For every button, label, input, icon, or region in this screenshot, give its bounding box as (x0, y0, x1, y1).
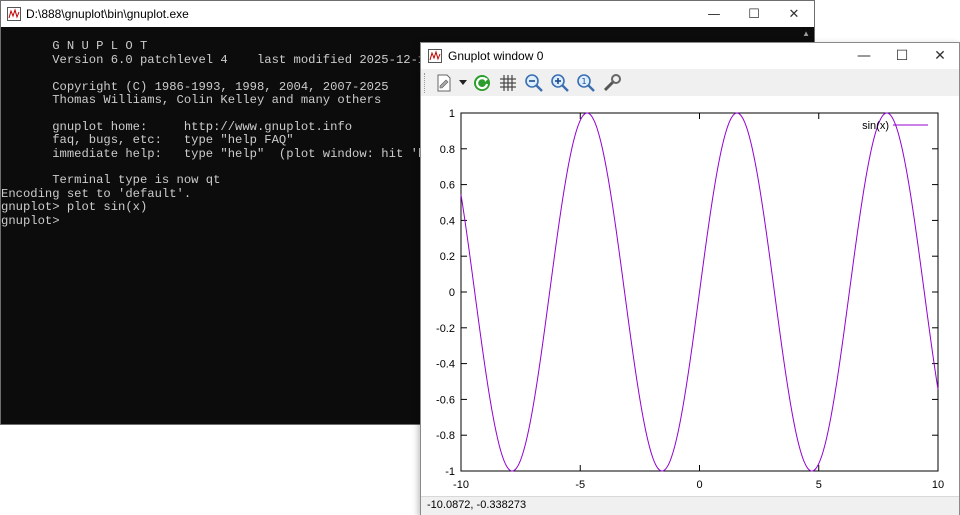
svg-text:1: 1 (581, 77, 586, 86)
zoom-out-icon[interactable] (522, 71, 546, 95)
y-tick-label: -0.6 (436, 394, 455, 406)
gnuplot-toolbar: 1 (421, 69, 959, 97)
gnuplot-window[interactable]: Gnuplot window 0 — ☐ ✕ 1 1 0.8 0.6 0.4 0… (420, 42, 960, 515)
gnuplot-window-icon (428, 49, 442, 63)
x-tick-label: 10 (932, 479, 944, 491)
cursor-coordinates: -10.0872, -0.338273 (427, 499, 527, 511)
gnuplot-titlebar[interactable]: Gnuplot window 0 — ☐ ✕ (421, 43, 959, 69)
x-tick-label: 5 (816, 479, 822, 491)
y-tick-label: -0.4 (436, 359, 455, 371)
console-titlebar[interactable]: D:\888\gnuplot\bin\gnuplot.exe — ☐ ✕ (1, 1, 814, 27)
status-bar: -10.0872, -0.338273 (421, 496, 959, 515)
y-tick-label: -0.8 (436, 430, 455, 442)
console-maximize-button[interactable]: ☐ (734, 1, 774, 27)
console-close-button[interactable]: ✕ (774, 1, 814, 27)
console-minimize-button[interactable]: — (694, 1, 734, 27)
export-icon[interactable] (432, 71, 456, 95)
zoom-in-icon[interactable] (548, 71, 572, 95)
y-tick-label: 0.4 (440, 215, 455, 227)
plot-area[interactable]: 1 0.8 0.6 0.4 0.2 0 -0.2 -0.4 -0.6 -0.8 -1 -10 -5 0 5 1… (421, 96, 959, 496)
y-tick-label: -1 (445, 466, 455, 478)
sin-plot-chart[interactable]: 1 0.8 0.6 0.4 0.2 0 -0.2 -0.4 -0.6 -0.8 -1-10 -5 0 5 1… (421, 96, 959, 496)
console-title: D:\888\gnuplot\bin\gnuplot.exe (26, 7, 189, 21)
y-tick-label: -0.2 (436, 323, 455, 335)
gnuplot-minimize-button[interactable]: — (845, 43, 883, 69)
gnuplot-app-icon (7, 7, 21, 21)
y-tick-label: 0.8 (440, 144, 455, 156)
x-tick-label: 0 (696, 479, 702, 491)
gnuplot-close-button[interactable]: ✕ (921, 43, 959, 69)
toolbar-grip[interactable] (424, 72, 428, 93)
x-tick-label: -5 (575, 479, 585, 491)
y-tick-label: 0 (449, 287, 455, 299)
scroll-up-arrow-icon[interactable]: ▲ (802, 29, 810, 38)
y-tick-label: 1 (449, 108, 455, 120)
y-tick-label: 0.6 (440, 180, 455, 192)
gnuplot-window-title: Gnuplot window 0 (448, 49, 544, 63)
grid-icon[interactable] (496, 71, 520, 95)
settings-icon[interactable] (600, 71, 624, 95)
legend-label: sin(x) (862, 120, 889, 132)
series-line-sin (460, 112, 939, 472)
y-tick-label: 0.2 (440, 251, 455, 263)
dropdown-arrow-icon[interactable] (458, 71, 468, 95)
x-tick-label: -10 (453, 479, 469, 491)
replot-icon[interactable] (470, 71, 494, 95)
console-output[interactable]: G N U P L O T Version 6.0 patchlevel 4 l… (1, 27, 440, 228)
autoscale-icon[interactable]: 1 (574, 71, 598, 95)
gnuplot-maximize-button[interactable]: ☐ (883, 43, 921, 69)
